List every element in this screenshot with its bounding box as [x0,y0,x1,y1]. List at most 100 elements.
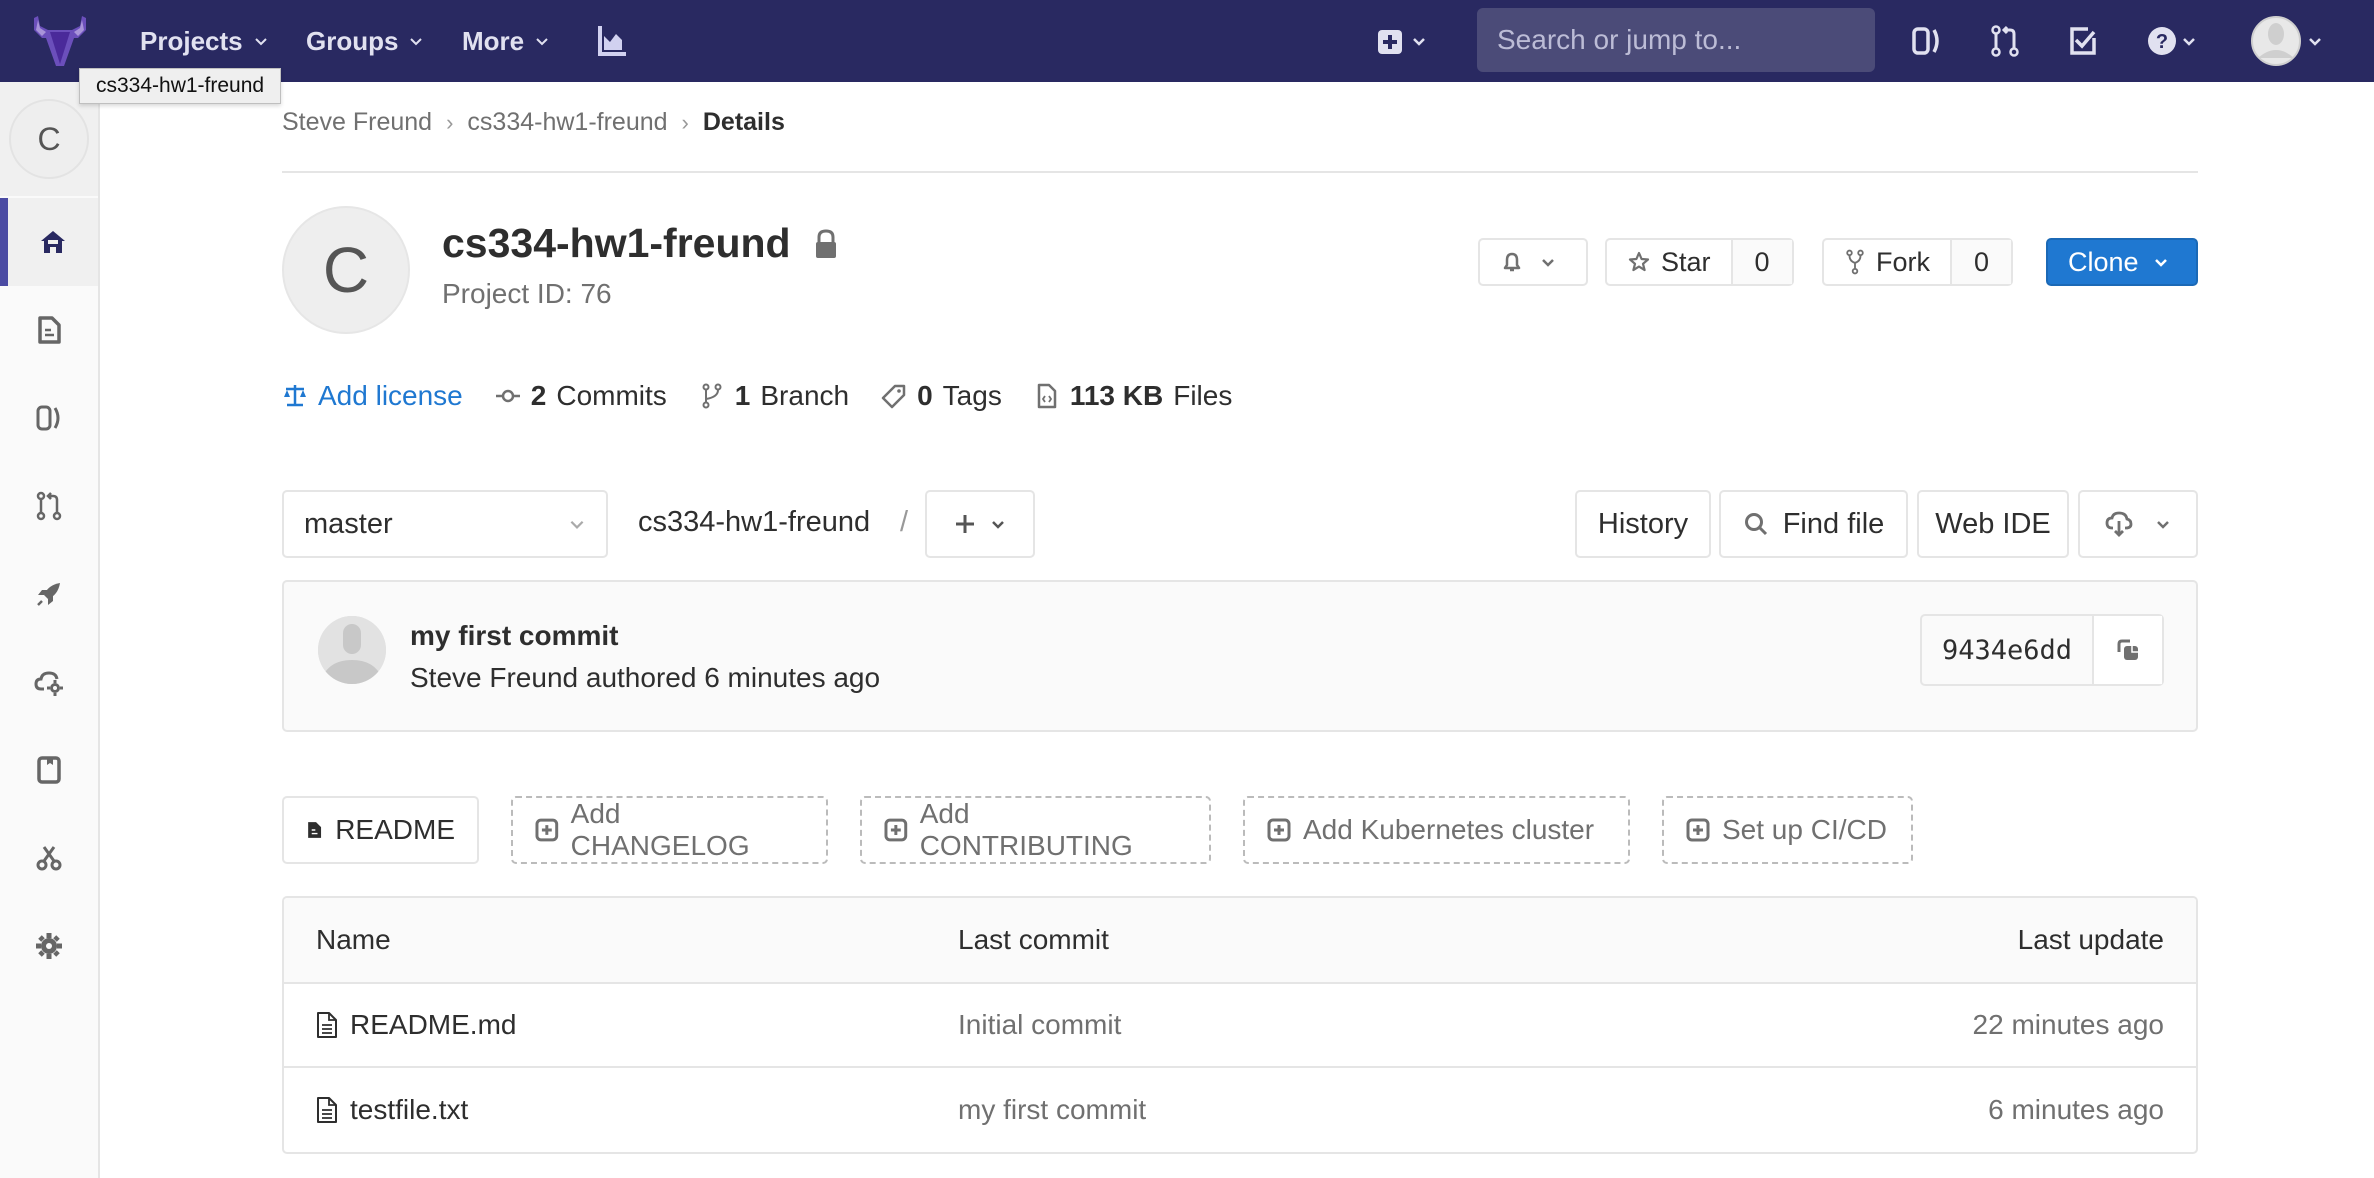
path-separator: / [900,506,909,538]
sidebar-item-wiki[interactable] [0,726,98,814]
add-contributing-button[interactable]: Add CONTRIBUTING [860,796,1211,864]
branch-count: 1 [734,380,751,411]
plus-square-icon [1378,30,1425,54]
help-dropdown[interactable]: ? [2146,22,2206,60]
file-text-icon [308,822,322,838]
history-button[interactable]: History [1575,490,1711,558]
sidebar-item-settings[interactable] [0,902,98,990]
breadcrumb: Steve Freund › cs334-hw1-freund › Detail… [282,108,785,137]
notification-dropdown[interactable] [1478,238,1588,286]
commit-title[interactable]: my first commit [410,620,619,652]
todo-icon[interactable] [2064,22,2102,60]
issues-icon[interactable] [1908,22,1946,60]
home-icon [41,231,65,253]
files-size[interactable]: 113 KB Files [1034,380,1232,412]
copy-icon [2117,639,2138,660]
clone-label: Clone [2068,246,2139,277]
find-file-button[interactable]: Find file [1719,490,1908,558]
project-id: Project ID: 76 [442,278,612,309]
add-changelog-button[interactable]: Add CHANGELOG [511,796,828,864]
file-icon [38,316,61,344]
tags-link[interactable]: 0 Tags [881,380,1002,412]
plus-square-icon [884,818,908,842]
file-last-commit[interactable]: my first commit [958,1068,1146,1152]
add-kubernetes-cluster-button[interactable]: Add Kubernetes cluster [1243,796,1630,864]
search-input[interactable] [1497,24,1858,56]
file-link[interactable]: testfile.txt [316,1068,468,1152]
add-license-link[interactable]: Add license [282,380,463,412]
cloud-gear-icon [34,671,63,696]
top-navbar: Projects Groups More ? [0,0,2374,82]
repo-path[interactable]: cs334-hw1-freund [638,506,870,539]
search-bar[interactable] [1477,8,1875,72]
sidebar-item-project-overview[interactable] [0,198,98,286]
readme-button[interactable]: README [282,796,479,864]
nav-groups-label: Groups [306,25,399,56]
sidebar-item-repository[interactable] [0,286,98,374]
new-item-dropdown[interactable] [1376,22,1436,60]
file-last-commit[interactable]: Initial commit [958,984,1121,1066]
commits-count: 2 [530,380,547,411]
lock-icon [815,228,836,258]
table-row: testfile.txt my first commit 6 minutes a… [284,1068,2196,1152]
fork-button[interactable]: Fork [1824,240,1950,284]
commits-link[interactable]: 2 Commits [495,380,667,412]
plus-square-icon [1267,818,1291,842]
clone-dropdown-button[interactable]: Clone [2046,238,2198,286]
add-license-label: Add license [318,380,463,411]
branches-link[interactable]: 1 Branch [699,380,849,412]
issues-icon [36,405,60,431]
gear-icon [36,933,62,959]
chevron-down-icon [410,38,423,46]
setup-ci-cd-button[interactable]: Set up CI/CD [1662,796,1913,864]
files-size-value: 113 KB [1069,380,1164,411]
commit-author-avatar[interactable] [318,616,386,684]
breadcrumb-divider [282,171,2198,173]
branch-icon [702,383,722,409]
chevron-down-icon [2154,259,2167,267]
web-ide-button[interactable]: Web IDE [1917,490,2069,558]
chevron-right-icon: › [681,109,689,135]
commits-label: Commits [556,380,667,411]
sidebar-item-snippets[interactable] [0,814,98,902]
sidebar-item-merge-requests[interactable] [0,462,98,550]
branch-selector[interactable]: master [282,490,608,558]
copy-sha-button[interactable] [2092,616,2162,684]
help-icon: ? [2148,27,2195,55]
activity-chart-icon[interactable] [594,22,632,60]
nav-more-dropdown[interactable]: More [462,0,550,82]
merge-request-icon[interactable] [1986,22,2024,60]
chevron-down-icon [1542,259,1554,267]
file-icon [317,1012,337,1038]
tags-label: Tags [942,380,1002,411]
sidebar-item-operations[interactable] [0,638,98,726]
add-contributing-label: Add CONTRIBUTING [919,798,1133,861]
rocket-icon [37,583,60,606]
star-button[interactable]: Star [1607,240,1731,284]
star-count[interactable]: 0 [1730,240,1792,284]
nav-groups-dropdown[interactable]: Groups [306,0,424,82]
breadcrumb-owner[interactable]: Steve Freund [282,108,432,137]
file-last-update: 6 minutes ago [1988,1094,2164,1125]
table-row: README.md Initial commit 22 minutes ago [284,984,2196,1068]
breadcrumb-current[interactable]: Details [703,108,785,137]
plus-square-icon [535,818,559,842]
book-icon [37,756,61,784]
file-link[interactable]: README.md [316,984,516,1066]
scissors-icon [36,846,62,871]
breadcrumb-project[interactable]: cs334-hw1-freund [467,108,667,137]
add-file-dropdown[interactable] [925,490,1035,558]
add-changelog-label: Add CHANGELOG [570,798,750,861]
plus-icon [956,515,974,533]
chevron-down-icon [570,520,584,529]
download-dropdown[interactable] [2078,490,2198,558]
gitlab-logo[interactable] [28,12,92,70]
sidebar-item-ci-cd[interactable] [0,550,98,638]
fork-icon [1846,249,1864,275]
last-commit-panel: my first commit Steve Freund authored 6 … [282,580,2198,732]
search-icon [1744,513,1767,536]
sidebar-item-issues[interactable] [0,374,98,462]
commit-sha[interactable]: 9434e6dd [1922,616,2092,684]
user-menu-dropdown[interactable] [2250,14,2330,68]
fork-count[interactable]: 0 [1950,240,2012,284]
